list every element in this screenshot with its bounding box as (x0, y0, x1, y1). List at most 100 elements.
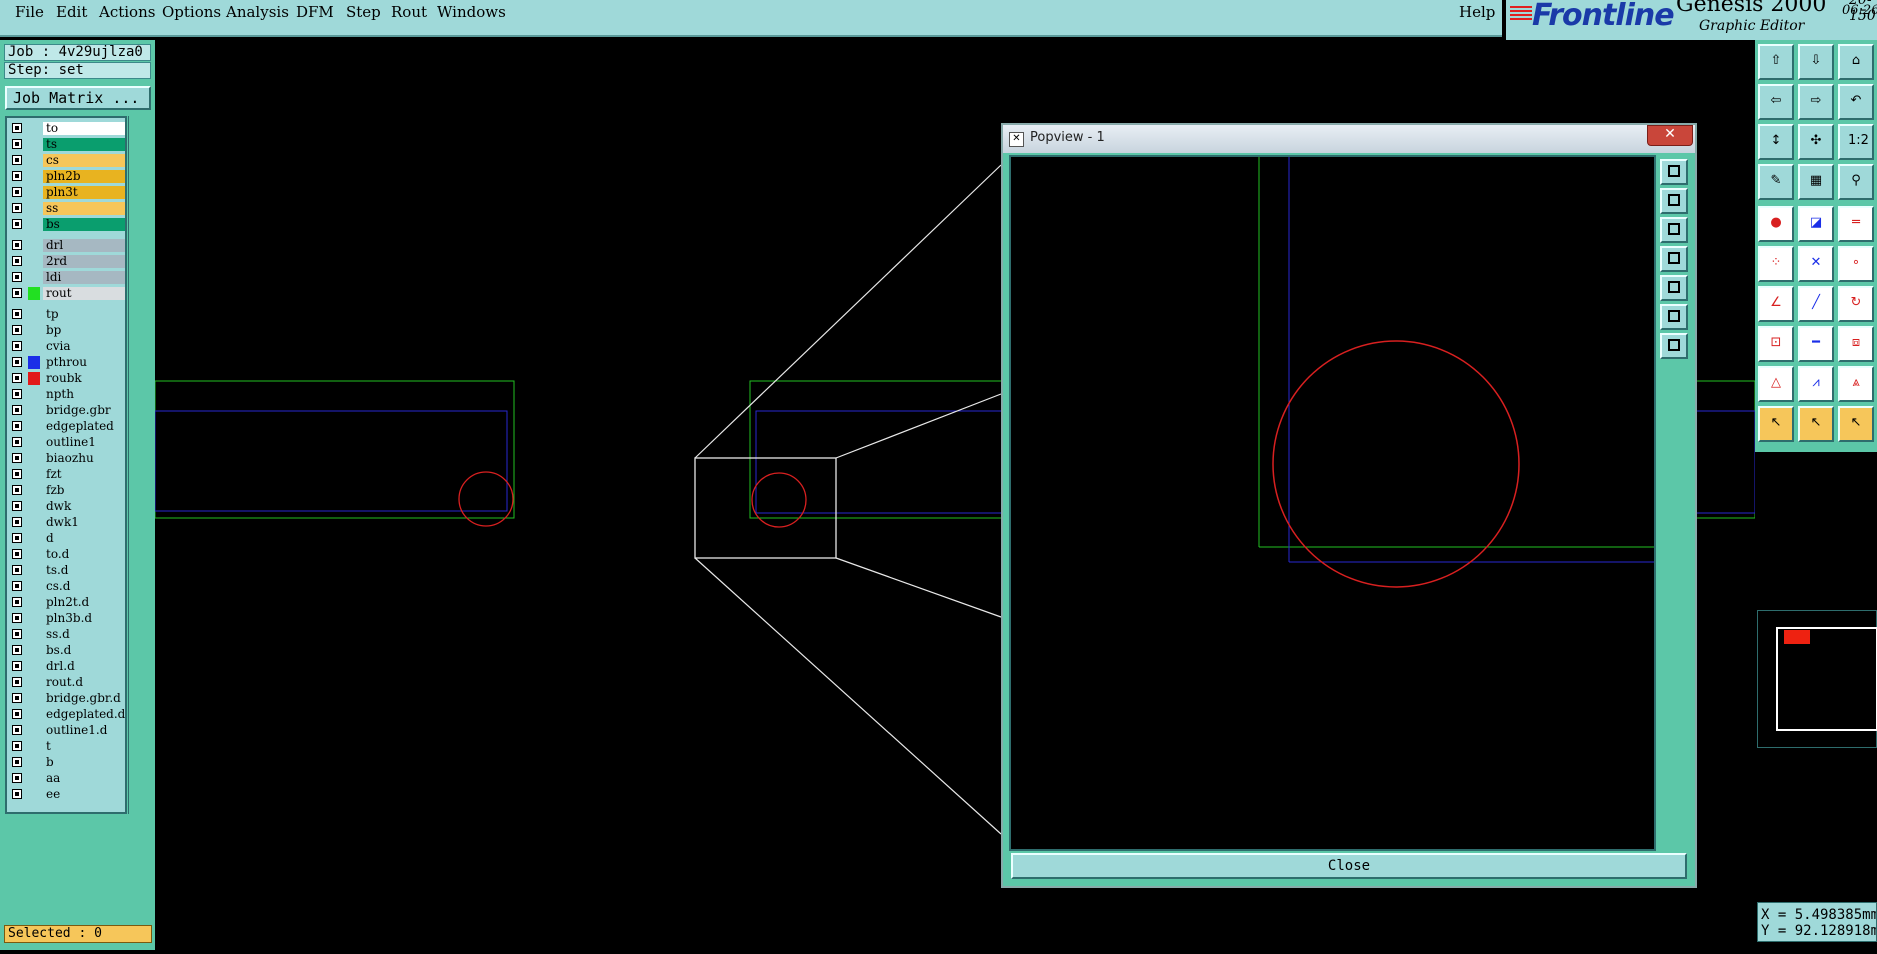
layer-checkbox[interactable] (12, 645, 22, 655)
layer-name[interactable]: ts.d (43, 564, 125, 577)
layer-checkbox[interactable] (12, 693, 22, 703)
layer-checkbox[interactable] (12, 629, 22, 639)
layer-name[interactable]: pln3t (43, 186, 125, 199)
layer-checkbox[interactable] (12, 256, 22, 266)
layer-row[interactable]: drl (9, 239, 125, 253)
window-close-icon[interactable]: ✕ (1647, 125, 1693, 146)
layer-name[interactable]: drl (43, 239, 125, 252)
layer-row[interactable]: cs (9, 154, 125, 168)
layer-row[interactable]: bp (9, 324, 125, 338)
layer-checkbox[interactable] (12, 219, 22, 229)
layer-row[interactable]: to (9, 122, 125, 136)
popview-zoom-in-icon[interactable] (1660, 304, 1688, 330)
layer-checkbox[interactable] (12, 517, 22, 527)
layer-checkbox[interactable] (12, 453, 22, 463)
layer-row[interactable]: edgeplated (9, 420, 125, 434)
layer-row[interactable]: drl.d (9, 660, 125, 674)
scale-1-2-icon[interactable]: 1:2 (1838, 124, 1874, 160)
layer-down-icon[interactable]: ⇩ (1798, 44, 1834, 80)
layer-checkbox[interactable] (12, 240, 22, 250)
layer-checkbox[interactable] (12, 709, 22, 719)
popview-canvas[interactable] (1009, 155, 1656, 851)
layer-row[interactable]: ee (9, 788, 125, 802)
intersect-icon[interactable]: ✕ (1798, 246, 1834, 282)
layer-checkbox[interactable] (12, 437, 22, 447)
home-icon[interactable]: ⌂ (1838, 44, 1874, 80)
pan-left-icon[interactable]: ⇦ (1758, 84, 1794, 120)
layer-name[interactable]: pln3b.d (43, 612, 125, 625)
layer-checkbox[interactable] (12, 123, 22, 133)
layer-name[interactable]: cs (43, 154, 125, 167)
popview-close-button[interactable]: Close (1011, 853, 1687, 879)
layer-row[interactable]: b (9, 756, 125, 770)
layer-name[interactable]: pln2b (43, 170, 125, 183)
layer-row[interactable]: fzt (9, 468, 125, 482)
layer-checkbox[interactable] (12, 501, 22, 511)
snap-icon[interactable]: ⚲ (1838, 164, 1874, 200)
layer-row[interactable]: bridge.gbr.d (9, 692, 125, 706)
layer-name[interactable]: b (43, 756, 125, 769)
layer-row[interactable]: dwk1 (9, 516, 125, 530)
menu-windows[interactable]: Windows (437, 3, 506, 21)
layer-checkbox[interactable] (12, 139, 22, 149)
layer-row[interactable]: pln2b (9, 170, 125, 184)
job-matrix-button[interactable]: Job Matrix ... (5, 86, 151, 110)
layer-row[interactable]: outline1.d (9, 724, 125, 738)
layer-row[interactable]: ts (9, 138, 125, 152)
stretch-icon[interactable]: ⧈ (1838, 326, 1874, 362)
menu-rout[interactable]: Rout (391, 3, 427, 21)
layer-row[interactable]: outline1 (9, 436, 125, 450)
popview-zoom-out-icon[interactable] (1660, 333, 1688, 359)
layer-row[interactable]: tp (9, 308, 125, 322)
layer-checkbox[interactable] (12, 613, 22, 623)
menu-dfm[interactable]: DFM (296, 3, 334, 21)
layer-name[interactable]: fzb (43, 484, 125, 497)
layer-row[interactable]: aa (9, 772, 125, 786)
layer-checkbox[interactable] (12, 741, 22, 751)
layer-row[interactable]: fzb (9, 484, 125, 498)
layer-name[interactable]: ss.d (43, 628, 125, 641)
layer-checkbox[interactable] (12, 789, 22, 799)
layer-row[interactable]: 2rd (9, 255, 125, 269)
circle-tool-icon[interactable]: ● (1758, 206, 1794, 242)
popview-right-icon[interactable] (1660, 275, 1688, 301)
node-edit-icon[interactable]: ⁘ (1758, 246, 1794, 282)
layer-name[interactable]: rout.d (43, 676, 125, 689)
layer-list-scrollbar[interactable] (128, 116, 153, 814)
layer-name[interactable]: edgeplated.d (43, 708, 125, 721)
layer-checkbox[interactable] (12, 485, 22, 495)
popview-down-icon[interactable] (1660, 217, 1688, 243)
layer-checkbox[interactable] (12, 661, 22, 671)
layer-name[interactable]: roubk (43, 372, 125, 385)
layer-checkbox[interactable] (12, 203, 22, 213)
layer-name[interactable]: ts (43, 138, 125, 151)
zoom-fit-icon[interactable]: ↕ (1758, 124, 1794, 160)
select-box-icon[interactable]: ↖ (1798, 406, 1834, 442)
popview-fit-icon[interactable] (1660, 159, 1688, 185)
triangle-a-icon[interactable]: △ (1758, 366, 1794, 402)
layer-checkbox[interactable] (12, 171, 22, 181)
layer-row[interactable]: ss.d (9, 628, 125, 642)
layer-name[interactable]: to (43, 122, 125, 135)
layer-checkbox[interactable] (12, 187, 22, 197)
layer-name[interactable]: fzt (43, 468, 125, 481)
layer-name[interactable]: aa (43, 772, 125, 785)
triangle-c-icon[interactable]: ⩓ (1838, 366, 1874, 402)
layer-name[interactable]: biaozhu (43, 452, 125, 465)
layer-checkbox[interactable] (12, 565, 22, 575)
layer-name[interactable]: bridge.gbr.d (43, 692, 125, 705)
layer-name[interactable]: dwk (43, 500, 125, 513)
layer-checkbox[interactable] (12, 357, 22, 367)
layer-checkbox[interactable] (12, 288, 22, 298)
layer-checkbox[interactable] (12, 389, 22, 399)
layer-name[interactable]: pthrou (43, 356, 125, 369)
layer-row[interactable]: ldi (9, 271, 125, 285)
layer-row[interactable]: biaozhu (9, 452, 125, 466)
layer-row[interactable]: pthrou (9, 356, 125, 370)
layer-row[interactable]: rout (9, 287, 125, 301)
layer-name[interactable]: ss (43, 202, 125, 215)
line-icon[interactable]: ╱ (1798, 286, 1834, 322)
layer-name[interactable]: to.d (43, 548, 125, 561)
layer-row[interactable]: rout.d (9, 676, 125, 690)
layer-name[interactable]: bs.d (43, 644, 125, 657)
